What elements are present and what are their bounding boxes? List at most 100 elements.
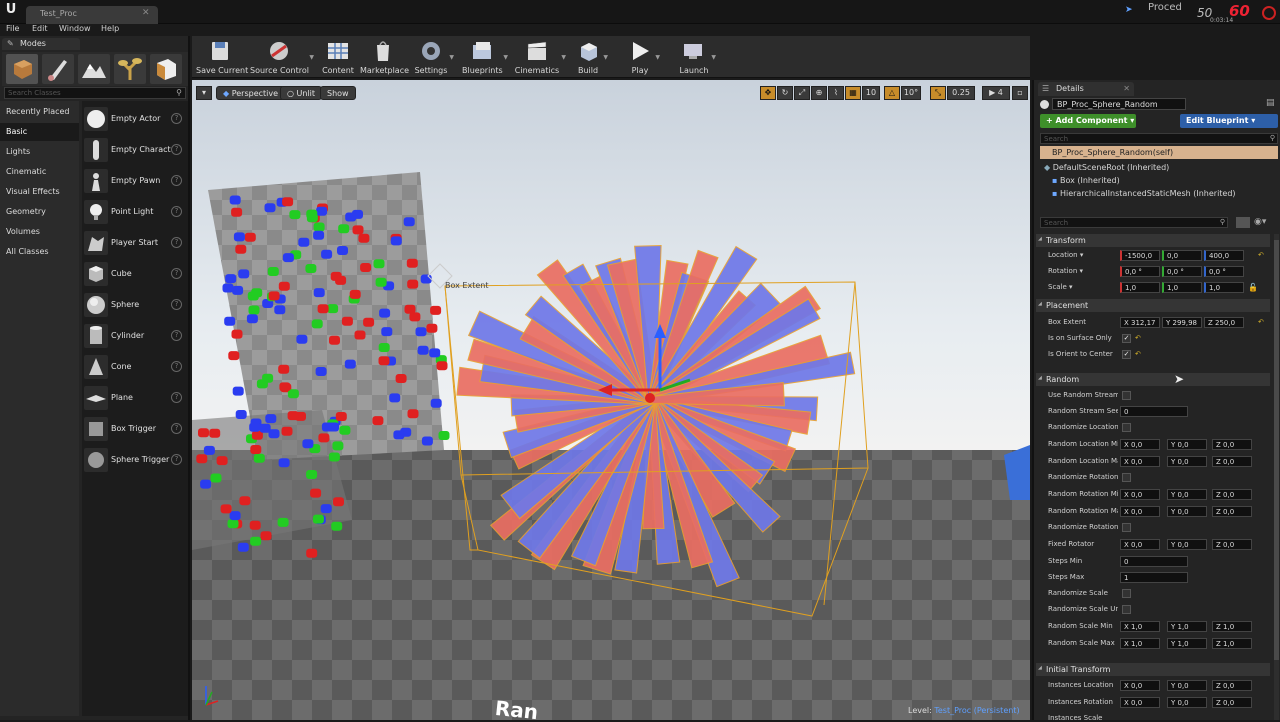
- box-extent-x[interactable]: X 312,17: [1120, 317, 1160, 328]
- rotation-snap-value[interactable]: 10°: [901, 86, 921, 100]
- loc-max-y[interactable]: Y 0,0: [1167, 456, 1207, 467]
- loc-max-z[interactable]: Z 0,0: [1212, 456, 1252, 467]
- cinematics-button[interactable]: Cinematics ▼: [514, 38, 566, 76]
- fixed-rot-x[interactable]: X 0,0: [1120, 539, 1160, 550]
- scale-min-x[interactable]: X 1,0: [1120, 621, 1160, 632]
- rot-max-z[interactable]: Z 0,0: [1212, 506, 1252, 517]
- maximize-viewport-icon[interactable]: ▫: [1012, 86, 1028, 100]
- menu-file[interactable]: File: [6, 24, 19, 33]
- content-button[interactable]: Content: [320, 38, 356, 76]
- steps-max-input[interactable]: 1: [1120, 572, 1188, 583]
- component-box[interactable]: ▪ Box (Inherited): [1052, 176, 1120, 189]
- chevron-down-icon[interactable]: ▼: [503, 54, 508, 61]
- place-mode-icon[interactable]: [6, 54, 38, 84]
- loc-min-y[interactable]: Y 0,0: [1167, 439, 1207, 450]
- random-stream-seed-input[interactable]: 0: [1120, 406, 1188, 417]
- record-icon[interactable]: [1262, 6, 1276, 20]
- category-visual-effects[interactable]: Visual Effects: [0, 183, 79, 201]
- help-icon[interactable]: ?: [171, 361, 182, 372]
- scale-mode-icon[interactable]: ⤢: [794, 86, 810, 100]
- help-icon[interactable]: ?: [171, 330, 182, 341]
- rotation-z[interactable]: 0,0 °: [1204, 266, 1244, 277]
- orient-center-checkbox[interactable]: ✓: [1122, 350, 1131, 359]
- help-icon[interactable]: ?: [171, 237, 182, 248]
- fixed-rot-y[interactable]: Y 0,0: [1167, 539, 1207, 550]
- chevron-down-icon[interactable]: ▼: [561, 54, 566, 61]
- category-recently-placed[interactable]: Recently Placed: [0, 103, 79, 121]
- close-tab-icon[interactable]: ✕: [1123, 84, 1130, 93]
- box-extent-y[interactable]: Y 299,98: [1162, 317, 1202, 328]
- scale-max-y[interactable]: Y 1,0: [1167, 638, 1207, 649]
- randomize-rotation-2-checkbox[interactable]: [1122, 523, 1131, 532]
- reset-icon[interactable]: ↶: [1258, 251, 1264, 259]
- help-icon[interactable]: ?: [171, 175, 182, 186]
- viewport-options-dropdown[interactable]: ▾: [196, 86, 212, 100]
- actor-cube[interactable]: Cube?: [82, 259, 188, 289]
- surface-only-checkbox[interactable]: ✓: [1122, 334, 1131, 343]
- save-current-button[interactable]: Save Current: [196, 38, 248, 76]
- category-all-classes[interactable]: All Classes: [0, 243, 79, 261]
- settings-button[interactable]: Settings ▼: [414, 38, 454, 76]
- reset-icon[interactable]: ↶: [1135, 334, 1141, 342]
- actor-sphere-trigger[interactable]: Sphere Trigger?: [82, 445, 188, 475]
- loc-min-z[interactable]: Z 0,0: [1212, 439, 1252, 450]
- actor-player-start[interactable]: Player Start?: [82, 228, 188, 258]
- actor-empty-actor[interactable]: Empty Actor?: [82, 104, 188, 134]
- components-search-input[interactable]: Search ⚲: [1040, 133, 1278, 144]
- build-button[interactable]: Build ▼: [574, 38, 608, 76]
- scale-min-y[interactable]: Y 1,0: [1167, 621, 1207, 632]
- box-extent-z[interactable]: Z 250,0: [1204, 317, 1244, 328]
- details-scroll-thumb[interactable]: [1274, 240, 1279, 660]
- location-x[interactable]: -1500,0: [1120, 250, 1160, 261]
- scale-max-z[interactable]: Z 1,0: [1212, 638, 1252, 649]
- reset-icon[interactable]: ↶: [1135, 350, 1141, 358]
- actor-name-field[interactable]: BP_Proc_Sphere_Random: [1052, 98, 1186, 110]
- randomize-rotation-checkbox[interactable]: [1122, 473, 1131, 482]
- category-volumes[interactable]: Volumes: [0, 223, 79, 241]
- location-y[interactable]: 0,0: [1162, 250, 1202, 261]
- randomize-scale-uniform-checkbox[interactable]: [1122, 605, 1131, 614]
- inst-rot-y[interactable]: Y 0,0: [1167, 697, 1207, 708]
- menu-edit[interactable]: Edit: [32, 24, 48, 33]
- level-viewport[interactable]: Box Extent ▾ ◆ Perspective ○ Unlit Show …: [192, 80, 1030, 720]
- category-geometry[interactable]: Geometry: [0, 203, 79, 221]
- chevron-down-icon[interactable]: ▼: [449, 54, 454, 61]
- actor-plane[interactable]: Plane?: [82, 383, 188, 413]
- help-icon[interactable]: ?: [171, 392, 182, 403]
- lock-scale-icon[interactable]: 🔓: [1248, 283, 1258, 292]
- rotate-mode-icon[interactable]: ↻: [777, 86, 793, 100]
- rot-min-z[interactable]: Z 0,0: [1212, 489, 1252, 500]
- notification-icon[interactable]: ➤: [1125, 5, 1135, 15]
- scale-z[interactable]: 1,0: [1204, 282, 1244, 293]
- grid-snap-value[interactable]: 10: [862, 86, 880, 100]
- level-tab[interactable]: Test_Proc ✕: [26, 6, 158, 24]
- category-basic[interactable]: Basic: [0, 123, 79, 141]
- launch-button[interactable]: Launch ▼: [678, 38, 716, 76]
- location-z[interactable]: 400,0: [1204, 250, 1244, 261]
- inst-rot-x[interactable]: X 0,0: [1120, 697, 1160, 708]
- rot-min-y[interactable]: Y 0,0: [1167, 489, 1207, 500]
- scale-min-z[interactable]: Z 1,0: [1212, 621, 1252, 632]
- play-button[interactable]: Play ▼: [626, 38, 660, 76]
- component-default-scene-root[interactable]: ◆ DefaultSceneRoot (Inherited): [1044, 163, 1169, 176]
- rotation-x[interactable]: 0,0 °: [1120, 266, 1160, 277]
- fixed-rot-z[interactable]: Z 0,0: [1212, 539, 1252, 550]
- source-control-button[interactable]: Source Control ▼: [250, 38, 314, 76]
- show-button[interactable]: Show: [320, 86, 356, 100]
- randomize-location-checkbox[interactable]: [1122, 423, 1131, 432]
- blueprints-button[interactable]: Blueprints ▼: [462, 38, 508, 76]
- help-icon[interactable]: ?: [171, 299, 182, 310]
- search-classes-input[interactable]: Search Classes ⚲: [4, 87, 186, 99]
- menu-window[interactable]: Window: [59, 24, 91, 33]
- details-tab[interactable]: ☰ Details ✕: [1038, 82, 1134, 96]
- actor-sphere[interactable]: Sphere?: [82, 290, 188, 320]
- grid-snap-icon[interactable]: ▦: [845, 86, 861, 100]
- add-component-button[interactable]: + Add Component ▾: [1040, 114, 1136, 128]
- use-random-stream-checkbox[interactable]: [1122, 391, 1131, 400]
- category-lights[interactable]: Lights: [0, 143, 79, 161]
- marketplace-button[interactable]: Marketplace: [360, 38, 409, 76]
- scale-snap-value[interactable]: 0.25: [947, 86, 975, 100]
- help-icon[interactable]: ?: [171, 268, 182, 279]
- edit-blueprint-button[interactable]: Edit Blueprint ▾: [1180, 114, 1278, 128]
- scale-label[interactable]: Scale ▾: [1048, 283, 1118, 291]
